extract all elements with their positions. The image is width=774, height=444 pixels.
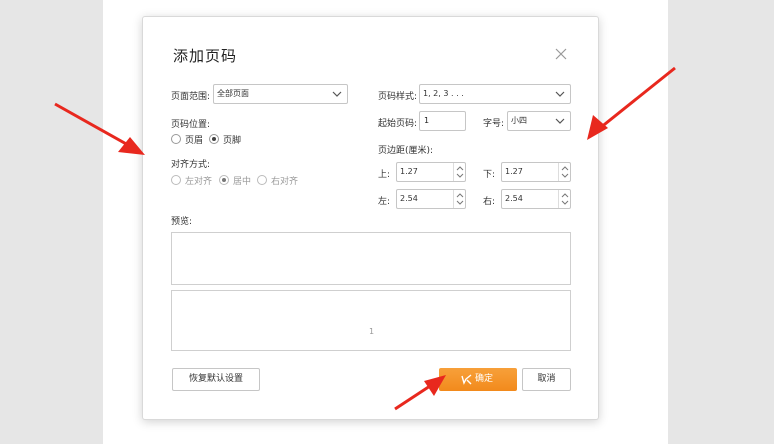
radio-header[interactable] [171, 134, 181, 144]
chevron-down-icon [555, 118, 565, 124]
margin-left-value: 2.54 [400, 194, 418, 203]
margin-left-stepper[interactable]: 2.54 [396, 189, 466, 209]
margin-top-value: 1.27 [400, 167, 418, 176]
dialog-title: 添加页码 [173, 47, 238, 65]
ok-button[interactable]: 确定 [439, 368, 517, 391]
page-range-select[interactable]: 全部页面 [213, 84, 348, 104]
page-position-label: 页码位置: [171, 120, 211, 130]
margin-bottom-stepper[interactable]: 1.27 [501, 162, 571, 182]
preview-page-number: 1 [369, 327, 375, 336]
radio-header-label: 页眉 [185, 136, 204, 146]
cancel-button[interactable]: 取消 [522, 368, 571, 391]
font-size-label: 字号: [483, 119, 505, 129]
preview-top-box [171, 232, 571, 285]
ok-button-label: 确定 [475, 374, 494, 384]
start-page-input[interactable]: 1 [419, 111, 466, 131]
page-range-label: 页面范围: [171, 92, 211, 102]
chevron-up-icon[interactable] [560, 164, 570, 172]
margin-left-label: 左: [378, 197, 391, 207]
number-style-label: 页码样式: [378, 92, 418, 102]
alignment-label: 对齐方式: [171, 160, 211, 170]
close-icon[interactable] [554, 47, 568, 61]
chevron-down-icon[interactable] [560, 172, 570, 180]
font-size-value: 小四 [511, 116, 527, 125]
radio-align-right-label: 右对齐 [271, 177, 299, 187]
radio-align-left[interactable] [171, 175, 181, 185]
wand-icon [461, 374, 472, 385]
page-range-value: 全部页面 [217, 89, 249, 98]
restore-defaults-button[interactable]: 恢复默认设置 [172, 368, 260, 391]
margin-bottom-label: 下: [483, 170, 496, 180]
margin-top-label: 上: [378, 170, 391, 180]
margins-label: 页边距(厘米): [378, 146, 434, 156]
number-style-select[interactable]: 1, 2, 3 . . . [419, 84, 571, 104]
chevron-down-icon[interactable] [455, 199, 465, 207]
preview-label: 预览: [171, 217, 193, 227]
chevron-down-icon[interactable] [455, 172, 465, 180]
add-page-number-dialog: 添加页码 页面范围: 全部页面 页码位置: 页眉 页脚 对齐方式: 左对齐 居中… [142, 16, 599, 420]
radio-align-center[interactable] [219, 175, 229, 185]
chevron-up-icon[interactable] [560, 191, 570, 199]
radio-footer[interactable] [209, 134, 219, 144]
font-size-select[interactable]: 小四 [507, 111, 571, 131]
radio-footer-label: 页脚 [223, 136, 242, 146]
chevron-down-icon[interactable] [560, 199, 570, 207]
radio-align-center-label: 居中 [233, 177, 252, 187]
start-page-label: 起始页码: [378, 119, 418, 129]
margin-right-value: 2.54 [505, 194, 523, 203]
preview-bottom-box: 1 [171, 290, 571, 351]
radio-align-left-label: 左对齐 [185, 177, 213, 187]
margin-right-stepper[interactable]: 2.54 [501, 189, 571, 209]
chevron-up-icon[interactable] [455, 164, 465, 172]
radio-align-right[interactable] [257, 175, 267, 185]
number-style-value: 1, 2, 3 . . . [423, 89, 464, 98]
margin-top-stepper[interactable]: 1.27 [396, 162, 466, 182]
chevron-down-icon [555, 91, 565, 97]
chevron-up-icon[interactable] [455, 191, 465, 199]
margin-right-label: 右: [483, 197, 496, 207]
chevron-down-icon [332, 91, 342, 97]
margin-bottom-value: 1.27 [505, 167, 523, 176]
